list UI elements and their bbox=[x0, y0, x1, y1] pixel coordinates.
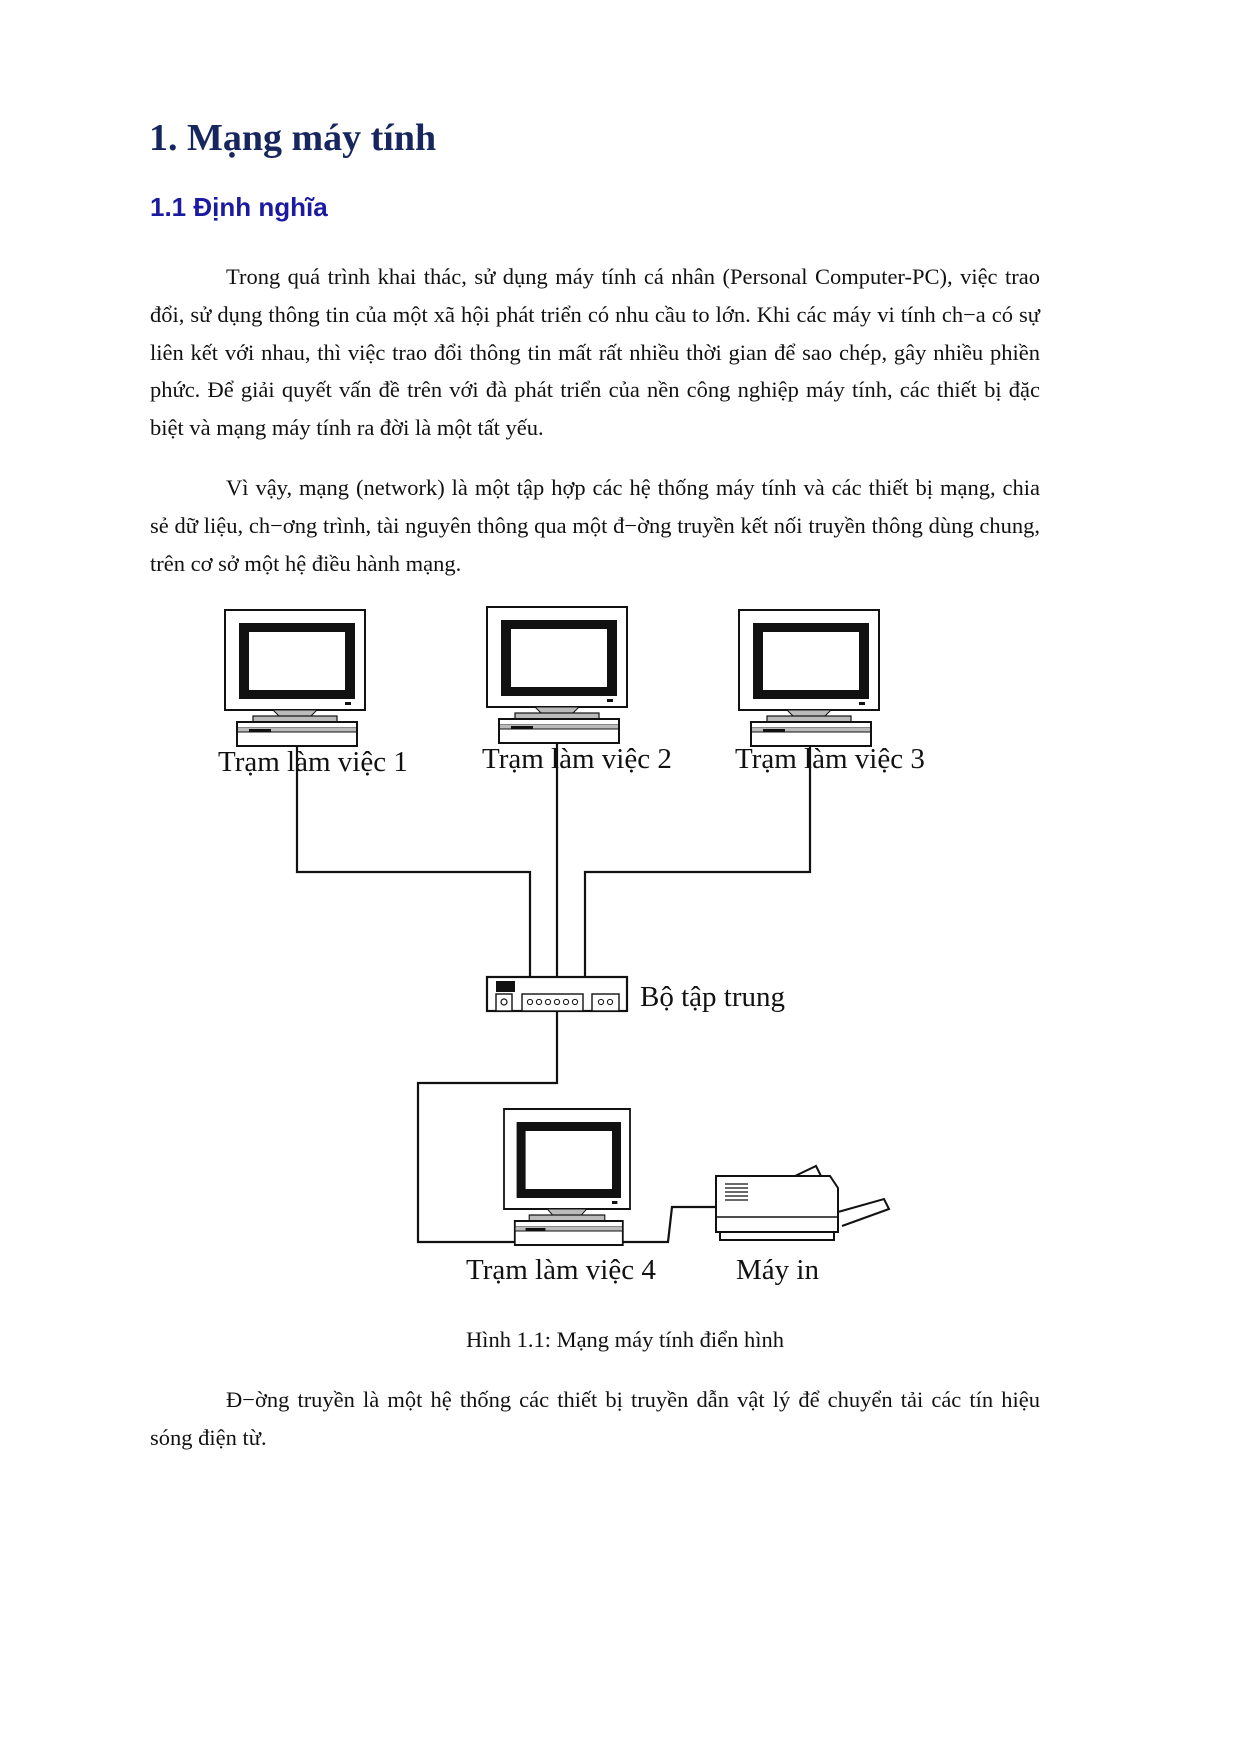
computer-monitor-icon bbox=[486, 606, 628, 744]
network-hub-icon bbox=[485, 975, 629, 1013]
computer-monitor-icon bbox=[738, 609, 880, 747]
cable-ws3-hub bbox=[583, 746, 812, 977]
cable-ws1-hub bbox=[295, 746, 532, 977]
computer-monitor-icon bbox=[224, 609, 366, 747]
computer-monitor-icon bbox=[503, 1108, 631, 1246]
workstation-3: Trạm làm việc 3 bbox=[735, 609, 925, 775]
paragraph-transmission: Đ−ờng truyền là một hệ thống các thiết b… bbox=[150, 1387, 1040, 1450]
workstation-4-label: Trạm làm việc 4 bbox=[466, 1254, 656, 1286]
figure-caption: Hình 1.1: Mạng máy tính điển hình bbox=[465, 1327, 785, 1352]
workstation-2: Trạm làm việc 2 bbox=[482, 606, 672, 775]
workstation-1-label: Trạm làm việc 1 bbox=[218, 746, 408, 778]
workstation-4: Trạm làm việc 4 bbox=[466, 1108, 656, 1286]
hub-label: Bộ tập trung bbox=[640, 981, 785, 1013]
document-page: 1. Mạng máy tính 1.1 Định nghĩa Trong qu… bbox=[0, 0, 1240, 1753]
workstation-2-label: Trạm làm việc 2 bbox=[482, 743, 672, 775]
hub: Bộ tập trung bbox=[485, 975, 785, 1013]
network-diagram: Trạm làm việc 1 Trạm làm việc 2 Trạm làm… bbox=[218, 606, 925, 1286]
printer: Máy in bbox=[715, 1164, 891, 1286]
workstation-3-label: Trạm làm việc 3 bbox=[735, 743, 925, 775]
printer-label: Máy in bbox=[736, 1254, 819, 1286]
printer-icon bbox=[715, 1164, 891, 1241]
workstation-1: Trạm làm việc 1 bbox=[218, 609, 408, 778]
